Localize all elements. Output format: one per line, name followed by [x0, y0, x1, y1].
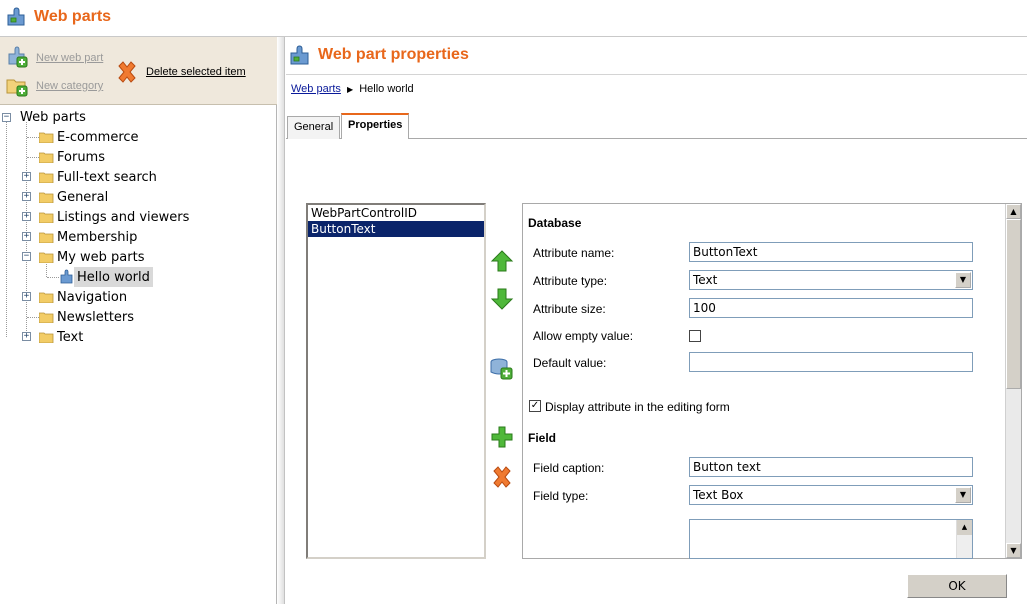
tab-strip: General Properties [286, 112, 1027, 140]
folder-icon [39, 172, 54, 183]
tree-item-e-commerce[interactable]: E-commerce [57, 127, 139, 147]
folder-icon [39, 292, 54, 303]
new-web-part-link[interactable]: New web part [36, 52, 103, 64]
expand-icon[interactable]: + [22, 292, 31, 301]
allow-empty-checkbox[interactable] [689, 330, 701, 342]
default-value-label: Default value: [533, 356, 607, 370]
web-part-icon [60, 269, 73, 284]
panel-header: Web part properties [286, 37, 1027, 75]
tree-item-general[interactable]: General [57, 187, 108, 207]
delete-selected-link[interactable]: Delete selected item [146, 66, 246, 78]
field-section-title: Field [528, 431, 557, 445]
expand-icon[interactable]: + [22, 172, 31, 181]
tree-item-navigation[interactable]: Navigation [57, 287, 127, 307]
tree-item-my-web-parts[interactable]: My web parts [57, 247, 145, 267]
attribute-name-label: Attribute name: [533, 246, 615, 260]
expand-icon[interactable]: + [22, 192, 31, 201]
new-category-link[interactable]: New category [36, 80, 103, 92]
attribute-type-value: Text [693, 273, 718, 287]
field-type-value: Text Box [693, 488, 744, 502]
panel-splitter[interactable] [277, 37, 285, 604]
tab-properties[interactable]: Properties [341, 113, 410, 140]
collapse-icon[interactable]: − [22, 252, 31, 261]
display-attribute-label: Display attribute in the editing form [545, 400, 730, 414]
attribute-list[interactable]: WebPartControlID ButtonText [306, 203, 486, 559]
breadcrumb-current: Hello world [359, 83, 414, 95]
field-caption-input[interactable] [689, 457, 973, 477]
add-from-database-icon[interactable] [489, 356, 513, 380]
expand-icon[interactable]: + [22, 212, 31, 221]
new-category-icon[interactable] [6, 75, 30, 97]
dropdown-arrow-icon[interactable]: ▼ [955, 487, 971, 503]
expand-icon[interactable]: + [22, 232, 31, 241]
database-section-title: Database [528, 216, 582, 230]
move-up-icon[interactable] [490, 249, 514, 273]
scroll-down-icon[interactable]: ▼ [1006, 543, 1021, 558]
scroll-up-icon[interactable]: ▲ [1006, 204, 1021, 219]
attribute-form: Database Attribute name: Attribute type:… [522, 203, 1022, 559]
field-caption-label: Field caption: [533, 461, 605, 475]
attribute-name-input[interactable] [689, 242, 973, 262]
field-type-select[interactable]: Text Box ▼ [689, 485, 973, 505]
web-parts-tree: − Web parts E-commerce Forums + Full-tex… [0, 105, 277, 604]
dropdown-arrow-icon[interactable]: ▼ [955, 272, 971, 288]
list-item[interactable]: WebPartControlID [308, 205, 484, 221]
tree-item-newsletters[interactable]: Newsletters [57, 307, 134, 327]
ok-button[interactable]: OK [907, 574, 1007, 598]
app-header: Web parts [0, 0, 1027, 37]
folder-icon [39, 212, 54, 223]
folder-icon [39, 152, 54, 163]
attribute-type-select[interactable]: Text ▼ [689, 270, 973, 290]
default-value-input[interactable] [689, 352, 973, 372]
folder-icon [39, 192, 54, 203]
folder-icon [39, 132, 54, 143]
puzzle-icon [290, 45, 309, 65]
tree-item-full-text-search[interactable]: Full-text search [57, 167, 157, 187]
attribute-type-label: Attribute type: [533, 274, 608, 288]
tree-item-membership[interactable]: Membership [57, 227, 137, 247]
left-panel: New web part New category Delete selecte… [0, 37, 277, 604]
breadcrumb-link-web-parts[interactable]: Web parts [291, 83, 341, 95]
folder-icon [39, 312, 54, 323]
breadcrumb-separator-icon: ▶ [347, 85, 354, 94]
tab-general[interactable]: General [287, 116, 341, 139]
folder-open-icon [39, 252, 54, 263]
folder-icon [39, 332, 54, 343]
form-scrollbar[interactable]: ▲ ▼ [1005, 204, 1021, 558]
display-attribute-checkbox[interactable]: ✓ [529, 400, 541, 412]
tree-item-hello-world[interactable]: Hello world [74, 267, 153, 287]
attribute-size-label: Attribute size: [533, 302, 606, 316]
add-attribute-icon[interactable] [490, 425, 514, 449]
allow-empty-label: Allow empty value: [533, 329, 634, 343]
tree-item-listings-and-viewers[interactable]: Listings and viewers [57, 207, 189, 227]
panel-title: Web part properties [318, 46, 469, 63]
field-textarea[interactable]: ▲ [689, 519, 973, 559]
list-item[interactable]: ButtonText [308, 221, 484, 237]
folder-icon [39, 232, 54, 243]
tree-item-text[interactable]: Text [57, 327, 83, 347]
delete-icon[interactable] [115, 60, 139, 84]
field-type-label: Field type: [533, 489, 589, 503]
collapse-icon[interactable]: − [2, 113, 11, 122]
scroll-thumb[interactable] [1006, 219, 1021, 389]
tree-toolbar: New web part New category Delete selecte… [0, 37, 277, 105]
tree-root[interactable]: Web parts [20, 107, 86, 127]
move-down-icon[interactable] [490, 287, 514, 311]
tree-item-forums[interactable]: Forums [57, 147, 105, 167]
puzzle-icon [7, 7, 25, 26]
delete-attribute-icon[interactable] [490, 465, 514, 489]
new-web-part-icon[interactable] [6, 46, 30, 68]
app-title: Web parts [34, 8, 112, 25]
attribute-size-input[interactable] [689, 298, 973, 318]
expand-icon[interactable]: + [22, 332, 31, 341]
breadcrumb: Web parts ▶ Hello world [291, 83, 414, 95]
scroll-up-icon[interactable]: ▲ [957, 520, 972, 535]
